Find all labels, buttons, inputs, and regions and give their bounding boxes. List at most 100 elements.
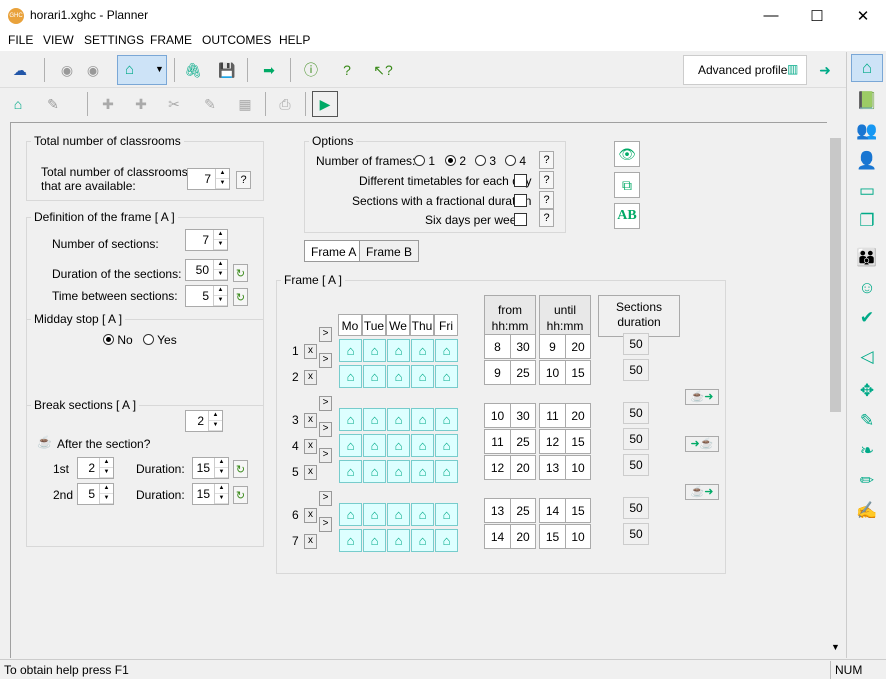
scroll-thumb[interactable] [830, 138, 841, 412]
export-icon[interactable]: ➡ [256, 57, 282, 83]
frames-radio-4[interactable] [505, 155, 516, 166]
info-icon[interactable]: ⓘ [298, 57, 324, 83]
midday-no-option[interactable]: No [103, 333, 133, 347]
coffee-move-2-icon[interactable]: ☕➜ [685, 484, 719, 500]
minimize-button[interactable]: — [748, 0, 794, 31]
ab-button[interactable]: AB [614, 203, 640, 229]
tab-frame-b[interactable]: Frame B [359, 240, 420, 262]
until-hour[interactable]: 13 [539, 455, 566, 480]
six-days-help-button[interactable]: ? [539, 209, 554, 227]
frames-help-button[interactable]: ? [539, 151, 554, 169]
move-coffee-icon[interactable]: ➜☕ [685, 436, 719, 452]
classroom-day-cell[interactable]: ⌂ [339, 529, 362, 552]
forward-icon[interactable]: ◉ [80, 57, 106, 83]
break-first-stepper[interactable]: 2 ▲ ▼ [77, 457, 114, 479]
frames-option-1[interactable]: 1 [414, 154, 435, 168]
classroom-day-cell[interactable]: ⌂ [411, 408, 434, 431]
classroom-day-cell[interactable]: ⌂ [387, 339, 410, 362]
classroom-day-cell[interactable]: ⌂ [363, 408, 386, 431]
save-icon[interactable]: 💾 [214, 57, 240, 83]
classroom-day-cell[interactable]: ⌂ [339, 503, 362, 526]
row-delete-button[interactable]: x [304, 465, 317, 480]
row-delete-button[interactable]: x [304, 508, 317, 523]
coffee-move-icon[interactable]: ☕➜ [685, 389, 719, 405]
classroom-day-cell[interactable]: ⌂ [339, 339, 362, 362]
eraser-icon[interactable]: ✎ [40, 91, 66, 117]
classroom-day-cell[interactable]: ⌂ [363, 434, 386, 457]
sidebar-pencil-icon[interactable]: ✏ [851, 467, 883, 495]
classroom-day-cell[interactable]: ⌂ [435, 365, 458, 388]
profile-selector[interactable]: Advanced profile ▥ [683, 55, 807, 85]
classroom-day-cell[interactable]: ⌂ [411, 434, 434, 457]
print-icon[interactable]: ⎙ [272, 91, 298, 117]
menu-settings[interactable]: SETTINGS [84, 33, 144, 47]
classroom-day-cell[interactable]: ⌂ [363, 460, 386, 483]
arrow-menu-icon[interactable]: ➜ [812, 57, 838, 83]
from-hour[interactable]: 11 [484, 429, 511, 454]
grid-icon[interactable]: ▦ [232, 91, 258, 117]
between-stepper[interactable]: 5 ▲ ▼ [185, 285, 228, 307]
sidebar-windows-icon[interactable]: ❐ [851, 207, 883, 235]
classroom-day-cell[interactable]: ⌂ [435, 503, 458, 526]
row-delete-button[interactable]: x [304, 413, 317, 428]
row-insert-button[interactable]: > [319, 491, 332, 506]
classroom-day-cell[interactable]: ⌂ [435, 460, 458, 483]
sidebar-teacher-icon[interactable]: 👤 [851, 147, 883, 175]
row-delete-button[interactable]: x [304, 534, 317, 549]
from-minute[interactable]: 25 [510, 429, 536, 454]
edit-icon[interactable]: ✎ [197, 91, 223, 117]
row-insert-button[interactable]: > [319, 396, 332, 411]
until-minute[interactable]: 20 [565, 403, 591, 428]
classroom-day-cell[interactable]: ⌂ [387, 365, 410, 388]
six-days-checkbox[interactable] [514, 213, 527, 226]
from-hour[interactable]: 10 [484, 403, 511, 428]
classroom-day-cell[interactable]: ⌂ [363, 529, 386, 552]
vertical-scrollbar[interactable]: ▼ [827, 122, 844, 658]
duration-refresh-icon[interactable]: ↻ [233, 264, 248, 282]
row-delete-button[interactable]: x [304, 439, 317, 454]
from-hour[interactable]: 13 [484, 498, 511, 523]
classrooms-stepper[interactable]: 7 ▲ ▼ [187, 168, 230, 190]
until-minute[interactable]: 15 [565, 360, 591, 385]
until-minute[interactable]: 15 [565, 429, 591, 454]
add-icon[interactable]: ✚ [95, 91, 121, 117]
frames-radio-3[interactable] [475, 155, 486, 166]
until-minute[interactable]: 20 [565, 334, 591, 359]
fractional-help-button[interactable]: ? [539, 191, 554, 209]
classroom-day-cell[interactable]: ⌂ [435, 434, 458, 457]
menu-file[interactable]: FILE [8, 33, 33, 47]
frames-option-2[interactable]: 2 [445, 154, 466, 168]
sidebar-compass-icon[interactable]: ◁ [851, 343, 883, 371]
sidebar-students-icon[interactable]: 👪 [851, 244, 883, 272]
fractional-checkbox[interactable] [514, 194, 527, 207]
menu-outcomes[interactable]: OUTCOMES [202, 33, 271, 47]
frames-radio-1[interactable] [414, 155, 425, 166]
classroom-day-cell[interactable]: ⌂ [411, 339, 434, 362]
classroom-day-cell[interactable]: ⌂ [387, 529, 410, 552]
frames-option-4[interactable]: 4 [505, 154, 526, 168]
sidebar-board-icon[interactable]: ▭ [851, 177, 883, 205]
from-hour[interactable]: 14 [484, 524, 511, 549]
break-second-stepper[interactable]: 5 ▲ ▼ [77, 483, 114, 505]
row-insert-button[interactable]: > [319, 448, 332, 463]
different-timetables-checkbox[interactable] [514, 174, 527, 187]
frame-home-icon[interactable]: ⌂ [5, 91, 31, 117]
midday-yes-radio[interactable] [143, 334, 154, 345]
break-second-refresh-icon[interactable]: ↻ [233, 486, 248, 504]
close-button[interactable]: ✕ [840, 0, 886, 31]
until-hour[interactable]: 14 [539, 498, 566, 523]
until-hour[interactable]: 15 [539, 524, 566, 549]
classroom-day-cell[interactable]: ⌂ [363, 503, 386, 526]
classroom-day-cell[interactable]: ⌂ [435, 529, 458, 552]
classroom-day-cell[interactable]: ⌂ [339, 365, 362, 388]
duration-stepper[interactable]: 50 ▲ ▼ [185, 259, 228, 281]
row-insert-button[interactable]: > [319, 517, 332, 532]
sidebar-groups-icon[interactable]: 👥 [851, 117, 883, 145]
until-minute[interactable]: 10 [565, 455, 591, 480]
add-multi-icon[interactable]: ✚ [128, 91, 154, 117]
maximize-button[interactable]: ☐ [794, 0, 840, 31]
cut-icon[interactable]: ✂ [161, 91, 187, 117]
sidebar-home-icon[interactable]: ⌂ [851, 54, 883, 82]
copy-frame-icon[interactable]: ⧉ [614, 172, 640, 198]
sidebar-fire-icon[interactable]: ❧ [851, 437, 883, 465]
